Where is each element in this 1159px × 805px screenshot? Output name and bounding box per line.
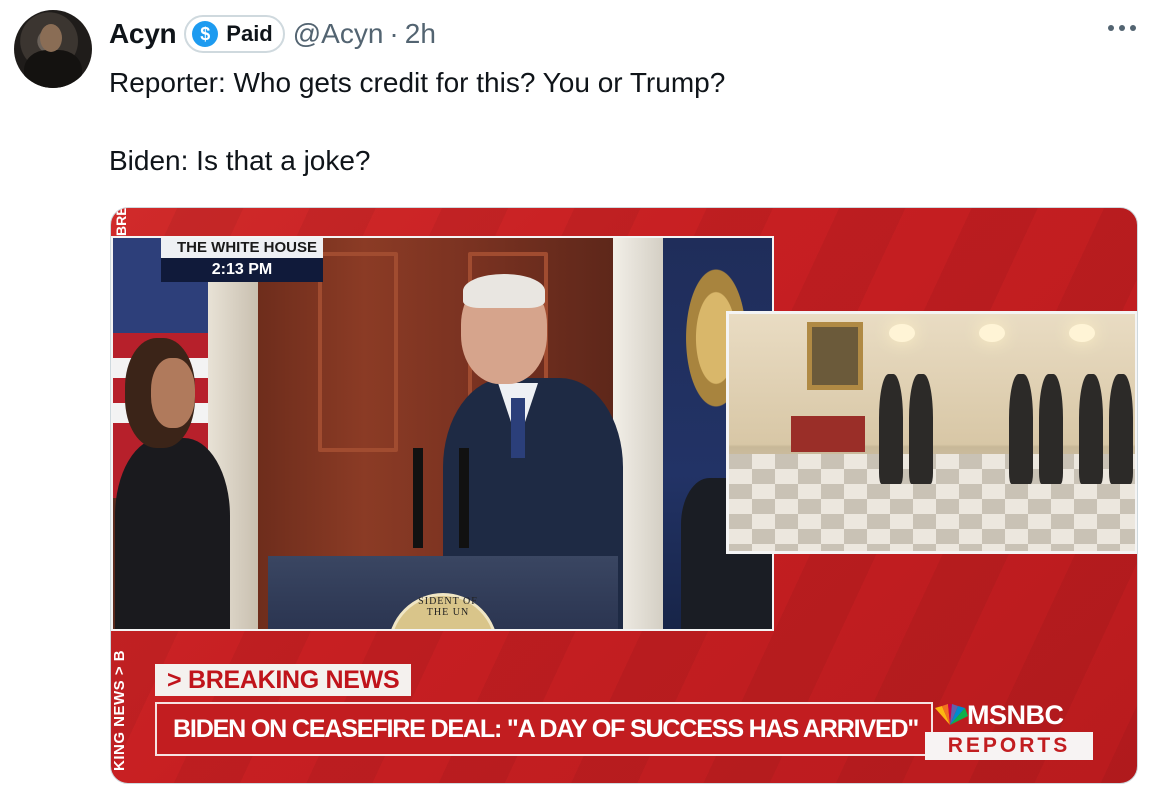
speaker-hair [463,274,545,308]
crowd-figure [879,374,903,484]
crowd-figure [909,374,933,484]
display-name[interactable]: Acyn [109,18,177,50]
more-dot [1119,25,1125,31]
avatar-face-shape [40,24,62,52]
breaking-news-label: > BREAKING NEWS [155,664,411,696]
microphone [459,448,469,548]
paid-badge-label: Paid [226,21,273,46]
door-panel [318,252,398,452]
main-video-frame: SIDENT OF THE UN THE WHITE HOUSE 2:13 PM [111,236,774,631]
tweet-header: Acyn $ Paid @Acyn · 2h [109,14,436,54]
network-program: REPORTS [925,732,1093,760]
paid-badge[interactable]: $ Paid [184,15,285,53]
woman-face [151,358,195,428]
news-headline: BIDEN ON CEASEFIRE DEAL: "A DAY OF SUCCE… [155,702,933,756]
crowd-figure [1079,374,1103,484]
location-time: 2:13 PM [161,258,323,282]
more-dot [1130,25,1136,31]
chandelier [979,324,1005,342]
timestamp[interactable]: 2h [405,18,436,50]
handle[interactable]: @Acyn [293,18,384,50]
network-name: MSNBC [967,700,1064,730]
separator-dot: · [389,18,399,49]
chandelier [889,324,915,342]
peacock-icon [935,704,968,725]
location-bug: THE WHITE HOUSE 2:13 PM [161,238,323,284]
tweet-text: Reporter: Who gets credit for this? You … [109,66,1109,222]
crowd-figure [1109,374,1133,484]
inset-video-frame [726,311,1137,554]
speaker-tie [511,398,525,458]
red-bench [791,416,865,452]
checkered-floor [729,454,1135,551]
chandelier [1069,324,1095,342]
more-horizontal-icon[interactable] [1102,16,1142,40]
microphone [413,448,423,548]
dollar-icon: $ [192,21,219,47]
tweet-text-line: Reporter: Who gets credit for this? You … [109,67,726,98]
avatar-body-shape [24,50,82,88]
crowd-figure [1009,374,1033,484]
crowd-figure [1039,374,1063,484]
side-ticker: BRE KING NEWS > B [111,207,137,783]
location-name: THE WHITE HOUSE [161,238,323,258]
side-ticker-bottom: KING NEWS > B [111,649,128,772]
side-ticker-top: BRE [113,207,129,236]
more-dot [1108,25,1114,31]
seal-text: SIDENT OF THE UN [418,596,478,618]
wall-painting [807,322,863,390]
tweet-text-line: Biden: Is that a joke? [109,145,371,176]
avatar[interactable] [14,10,92,88]
network-logo: MSNBC REPORTS [925,700,1093,764]
tweet-media-image[interactable]: SIDENT OF THE UN THE WHITE HOUSE 2:13 PM… [110,207,1138,784]
